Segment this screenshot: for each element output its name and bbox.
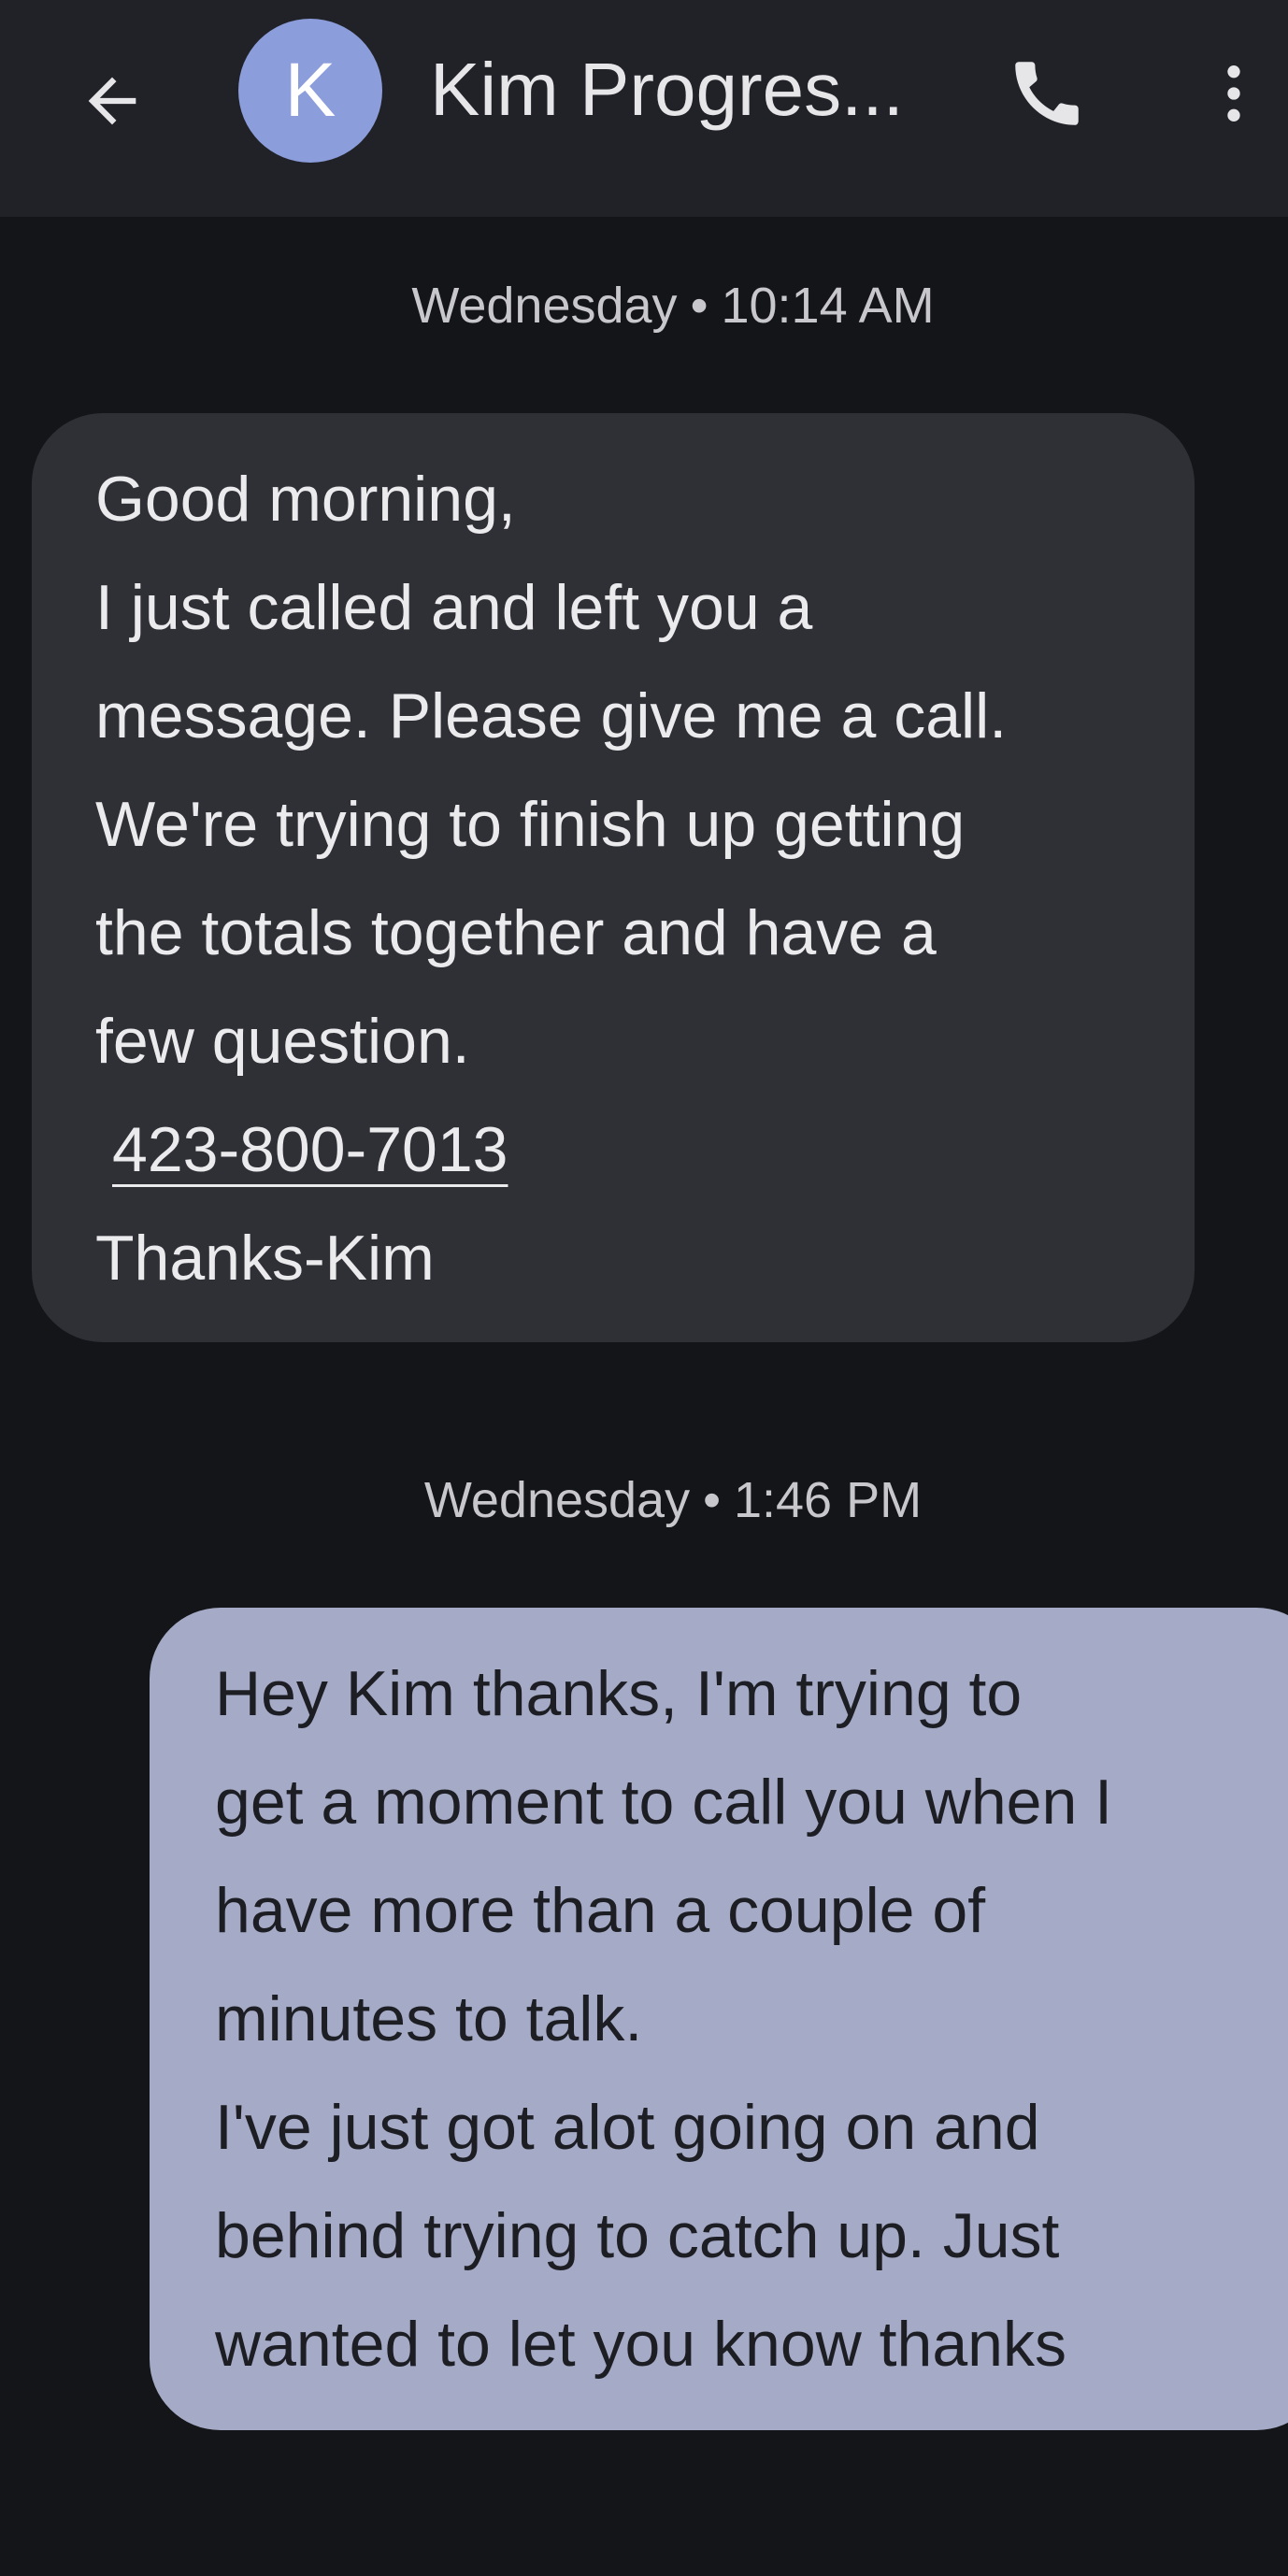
message-line: behind trying to catch up. Just <box>215 2200 1060 2271</box>
message-line: get a moment to call you when I <box>215 1767 1113 1838</box>
message-line: the totals together and have a <box>95 897 937 968</box>
phone-number-link[interactable]: 423-800-7013 <box>112 1114 508 1185</box>
message-line: I've just got alot going on and <box>215 2092 1040 2163</box>
timestamp-day: Wednesday <box>411 278 678 334</box>
message-line: I just called and left you a <box>95 572 813 643</box>
app-bar: K Kim Progres... <box>0 0 1288 217</box>
contact-name[interactable]: Kim Progres... <box>430 43 916 136</box>
call-button[interactable] <box>991 37 1103 150</box>
message-line: message. Please give me a call. <box>95 680 1008 751</box>
back-button[interactable] <box>56 45 168 157</box>
message-line: have more than a couple of <box>215 1875 986 1946</box>
message-line: Good morning, <box>95 464 516 535</box>
incoming-message-bubble[interactable]: Good morning, I just called and left you… <box>32 413 1195 1342</box>
message-timestamp: Wednesday • 10:14 AM <box>0 277 1288 335</box>
timestamp-day: Wednesday <box>423 1472 691 1528</box>
message-line: We're trying to finish up getting <box>95 789 966 860</box>
message-signoff: Thanks-Kim <box>95 1223 435 1294</box>
message-line: minutes to talk. <box>215 1983 643 2054</box>
timestamp-separator: • <box>690 278 708 334</box>
outgoing-message-bubble[interactable]: Hey Kim thanks, I'm trying to get a mome… <box>150 1608 1288 2430</box>
more-vert-icon <box>1227 65 1240 122</box>
contact-avatar[interactable]: K <box>238 19 382 163</box>
more-options-button[interactable] <box>1178 37 1288 150</box>
arrow-back-icon <box>88 77 136 125</box>
timestamp-separator: • <box>703 1472 721 1528</box>
message-line: Hey Kim thanks, I'm trying to <box>215 1658 1023 1729</box>
avatar-letter: K <box>284 48 336 133</box>
message-line: wanted to let you know thanks <box>215 2309 1066 2380</box>
message-timestamp: Wednesday • 1:46 PM <box>0 1471 1288 1529</box>
phone-icon <box>1015 62 1079 125</box>
message-line: few question. <box>95 1006 470 1077</box>
timestamp-time: 1:46 PM <box>733 1472 923 1528</box>
timestamp-time: 10:14 AM <box>721 278 935 334</box>
